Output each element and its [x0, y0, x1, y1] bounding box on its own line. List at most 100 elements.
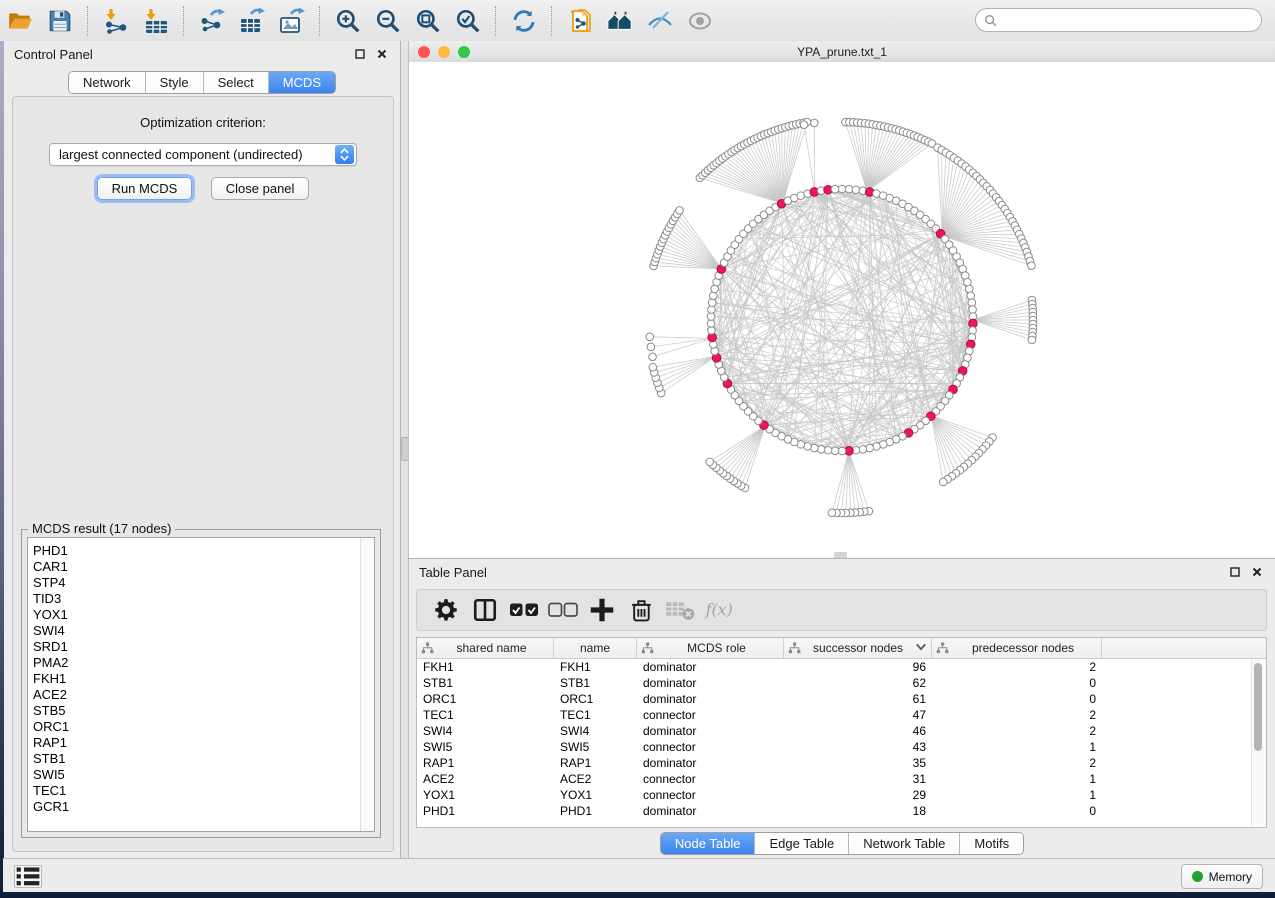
export-image-icon[interactable]	[275, 5, 309, 37]
tab-edge-table[interactable]: Edge Table	[754, 833, 848, 854]
column-header-successor-nodes[interactable]: successor nodes	[784, 638, 932, 658]
column-header-MCDS-role[interactable]: MCDS role	[637, 638, 784, 658]
panel-menu-button[interactable]	[14, 865, 42, 888]
table-row[interactable]: SWI5SWI5connector431	[417, 739, 1266, 755]
optimization-criterion-select[interactable]: largest connected component (undirected)	[49, 143, 357, 166]
close-panel-button[interactable]: Close panel	[211, 177, 310, 200]
select-stepper-icon	[335, 145, 354, 164]
mcds-result-item[interactable]: STB1	[28, 751, 374, 767]
preview-eye-icon	[683, 5, 717, 37]
mcds-result-item[interactable]: PMA2	[28, 655, 374, 671]
tab-select[interactable]: Select	[203, 72, 268, 93]
column-header-name[interactable]: name	[554, 638, 637, 658]
mcds-result-item[interactable]: SWI5	[28, 767, 374, 783]
tab-motifs[interactable]: Motifs	[959, 833, 1023, 854]
zoom-in-icon[interactable]	[331, 5, 365, 37]
tab-style[interactable]: Style	[145, 72, 203, 93]
tree-icon	[936, 642, 949, 654]
column-header-predecessor-nodes[interactable]: predecessor nodes	[932, 638, 1102, 658]
mcds-result-item[interactable]: SWI4	[28, 623, 374, 639]
mcds-result-item[interactable]: ACE2	[28, 687, 374, 703]
import-network-icon[interactable]	[99, 5, 133, 37]
table-cell: FKH1	[554, 660, 637, 674]
network-window-title: YPA_prune.txt_1	[409, 45, 1275, 59]
table-row[interactable]: ORC1ORC1dominator610	[417, 691, 1266, 707]
tab-mcds[interactable]: MCDS	[268, 72, 335, 93]
result-list-scrollbar[interactable]	[360, 538, 374, 831]
table-row[interactable]: YOX1YOX1connector291	[417, 787, 1266, 803]
column-header-shared-name[interactable]: shared name	[417, 638, 554, 658]
table-cell: 0	[932, 692, 1102, 706]
deselect-all-icon[interactable]	[548, 595, 578, 625]
mcds-result-item[interactable]: CAR1	[28, 559, 374, 575]
add-column-icon[interactable]	[587, 595, 617, 625]
table-cell: dominator	[637, 660, 784, 674]
mcds-result-item[interactable]: YOX1	[28, 607, 374, 623]
table-row[interactable]: FKH1FKH1dominator962	[417, 659, 1266, 675]
close-panel-icon[interactable]	[374, 46, 390, 62]
home-icon[interactable]	[603, 5, 637, 37]
refresh-layout-icon[interactable]	[507, 5, 541, 37]
mcds-result-item[interactable]: PHD1	[28, 543, 374, 559]
select-all-icon[interactable]	[509, 595, 539, 625]
open-file-icon[interactable]	[3, 5, 37, 37]
selected-criterion-value: largest connected component (undirected)	[50, 147, 335, 162]
table-cell: dominator	[637, 692, 784, 706]
toggle-visibility-icon[interactable]	[643, 5, 677, 37]
export-table-icon[interactable]	[235, 5, 269, 37]
table-row[interactable]: RAP1RAP1dominator352	[417, 755, 1266, 771]
search-input[interactable]	[975, 8, 1262, 32]
network-canvas[interactable]	[409, 62, 1275, 558]
mcds-result-item[interactable]: FKH1	[28, 671, 374, 687]
network-window-titlebar[interactable]: YPA_prune.txt_1	[409, 41, 1275, 63]
table-row[interactable]: STB1STB1dominator620	[417, 675, 1266, 691]
table-row[interactable]: ACE2ACE2connector311	[417, 771, 1266, 787]
table-cell: 43	[784, 740, 932, 754]
float-table-panel-icon[interactable]	[1227, 564, 1243, 580]
mcds-result-group: MCDS result (17 nodes) PHD1CAR1STP4TID3Y…	[21, 529, 381, 838]
split-columns-icon[interactable]	[470, 595, 500, 625]
import-table-icon[interactable]	[139, 5, 173, 37]
mcds-result-item[interactable]: GCR1	[28, 799, 374, 815]
run-mcds-button[interactable]: Run MCDS	[97, 177, 193, 200]
mcds-result-item[interactable]: TID3	[28, 591, 374, 607]
mcds-result-item[interactable]: STP4	[28, 575, 374, 591]
tab-network-table[interactable]: Network Table	[848, 833, 959, 854]
table-cell: connector	[637, 708, 784, 722]
mcds-result-item[interactable]: SRD1	[28, 639, 374, 655]
table-scrollbar[interactable]	[1251, 659, 1265, 826]
table-row[interactable]: TEC1TEC1connector472	[417, 707, 1266, 723]
zoom-selected-icon[interactable]	[451, 5, 485, 37]
memory-button[interactable]: Memory	[1181, 864, 1263, 889]
mcds-result-item[interactable]: STB5	[28, 703, 374, 719]
table-row[interactable]: SWI4SWI4dominator462	[417, 723, 1266, 739]
toolbar-separator	[319, 6, 321, 36]
table-row[interactable]: PHD1PHD1dominator180	[417, 803, 1266, 819]
table-cell: 35	[784, 756, 932, 770]
tab-node-table[interactable]: Node Table	[661, 833, 755, 854]
mcds-result-list[interactable]: PHD1CAR1STP4TID3YOX1SWI4SRD1PMA2FKH1ACE2…	[27, 537, 375, 832]
share-network-icon[interactable]	[563, 5, 597, 37]
settings-gear-icon[interactable]	[431, 595, 461, 625]
tab-network[interactable]: Network	[69, 72, 145, 93]
save-session-icon[interactable]	[43, 5, 77, 37]
table-cell: SWI4	[554, 724, 637, 738]
mcds-result-item[interactable]: TEC1	[28, 783, 374, 799]
zoom-fit-icon[interactable]	[411, 5, 445, 37]
export-network-icon[interactable]	[195, 5, 229, 37]
table-header-row: shared namenameMCDS rolesuccessor nodesp…	[417, 638, 1266, 659]
mcds-result-item[interactable]: RAP1	[28, 735, 374, 751]
control-panel-tabs: NetworkStyleSelectMCDS	[68, 71, 336, 94]
sort-desc-icon	[915, 641, 927, 655]
zoom-out-icon[interactable]	[371, 5, 405, 37]
table-scrollbar-thumb[interactable]	[1254, 663, 1262, 751]
network-graph[interactable]	[409, 62, 1275, 558]
delete-column-icon[interactable]	[626, 595, 656, 625]
mcds-result-item[interactable]: ORC1	[28, 719, 374, 735]
search-icon	[984, 14, 997, 27]
close-table-panel-icon[interactable]	[1249, 564, 1265, 580]
table-cell: 62	[784, 676, 932, 690]
mcds-result-group-title: MCDS result (17 nodes)	[28, 521, 175, 536]
toolbar-separator	[551, 6, 553, 36]
float-panel-icon[interactable]	[352, 46, 368, 62]
